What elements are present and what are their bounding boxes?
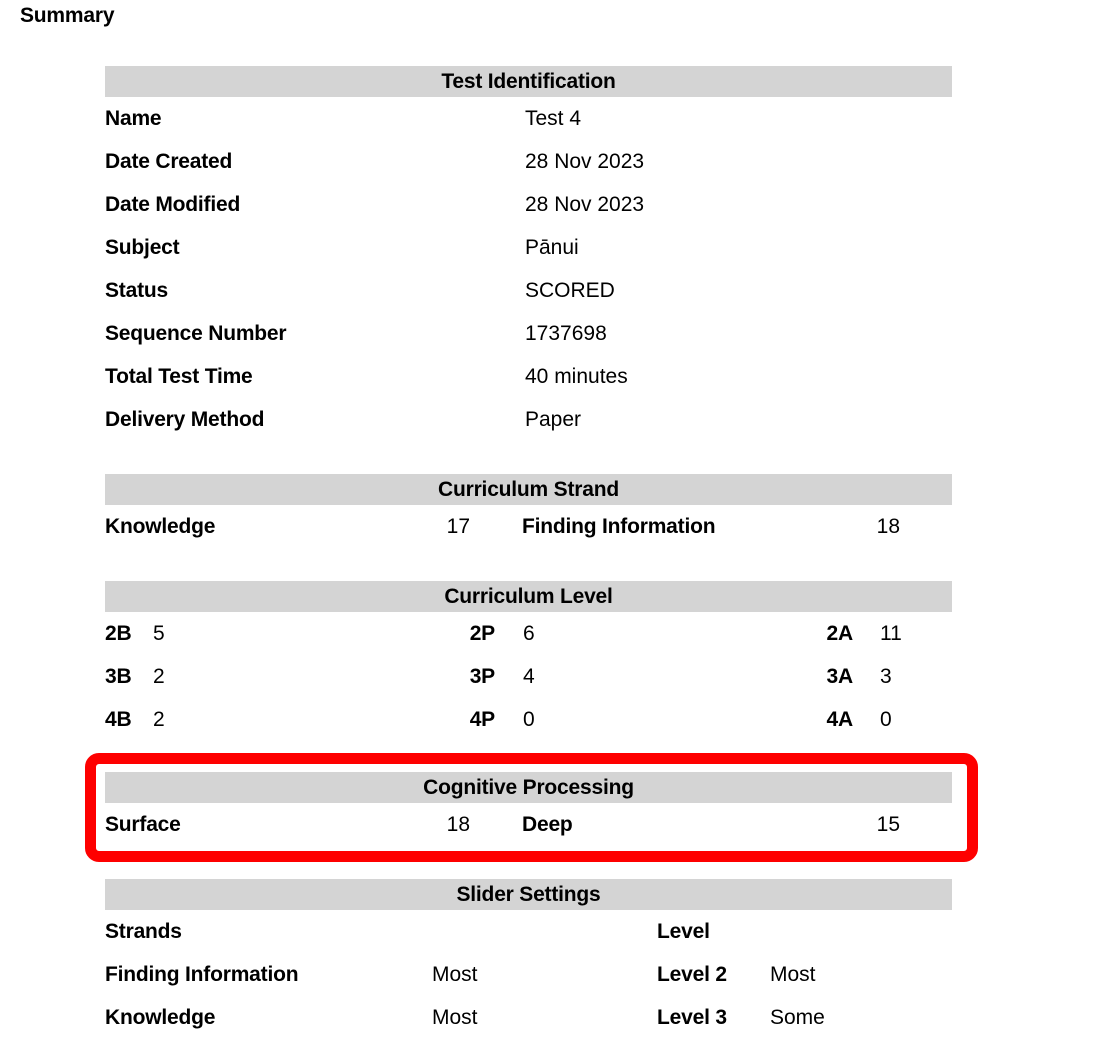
section-test-identification: Test Identification Name Test 4 Date Cre… (105, 66, 952, 441)
table-row: Subject Pānui (105, 226, 952, 269)
row-label: Name (105, 107, 162, 130)
row-label: Surface (105, 813, 181, 836)
row-label: Deep (522, 813, 573, 836)
table-row: Delivery Method Paper (105, 398, 952, 441)
table-row: Date Created 28 Nov 2023 (105, 140, 952, 183)
row-value: 40 minutes (525, 365, 628, 388)
row-value: Some (770, 1006, 825, 1029)
status-value: SCORED (525, 279, 615, 302)
row-value: 3 (880, 665, 892, 688)
row-value: 15 (876, 813, 900, 836)
column-header-strands: Strands (105, 920, 182, 943)
section-header-slider-settings: Slider Settings (105, 879, 952, 910)
row-label: Date Modified (105, 193, 241, 216)
row-value: 17 (446, 515, 470, 538)
section-header-test-identification: Test Identification (105, 66, 952, 97)
row-value: 6 (523, 622, 535, 645)
table-row: Finding Information Most Level 2 Most (105, 953, 952, 996)
row-value: 2 (153, 708, 165, 731)
row-label: Level 2 (657, 963, 727, 986)
row-label: 3B (105, 665, 132, 688)
row-value: 5 (153, 622, 165, 645)
table-row: Status SCORED (105, 269, 952, 312)
section-slider-settings: Slider Settings Strands Level Finding In… (105, 879, 952, 1039)
table-row: Knowledge 17 Finding Information 18 (105, 505, 952, 548)
row-value: 28 Nov 2023 (525, 193, 645, 216)
row-value: 4 (523, 665, 535, 688)
row-value: 0 (880, 708, 892, 731)
section-header-curriculum-level: Curriculum Level (105, 581, 952, 612)
row-label: Sequence Number (105, 322, 287, 345)
page-title: Summary (20, 4, 115, 27)
table-row: 4B 2 4P 0 4A 0 (105, 698, 952, 741)
row-label: Status (105, 279, 168, 302)
row-label: Total Test Time (105, 365, 253, 388)
table-row: Strands Level (105, 910, 952, 953)
table-row: 2B 5 2P 6 2A 11 (105, 612, 952, 655)
row-value: 1737698 (525, 322, 607, 345)
row-label: 4B (105, 708, 132, 731)
row-value: 0 (523, 708, 535, 731)
section-cognitive-processing: Cognitive Processing Surface 18 Deep 15 (105, 772, 952, 846)
row-value: Test 4 (525, 107, 582, 130)
section-header-cognitive-processing: Cognitive Processing (105, 772, 952, 803)
section-curriculum-level: Curriculum Level 2B 5 2P 6 2A 11 3B 2 3P… (105, 581, 952, 741)
table-row: Name Test 4 (105, 97, 952, 140)
table-row: Sequence Number 1737698 (105, 312, 952, 355)
column-header-level: Level (657, 920, 710, 943)
row-value: Most (432, 963, 478, 986)
row-value: 28 Nov 2023 (525, 150, 645, 173)
row-label: Knowledge (105, 1006, 216, 1029)
row-value: Pānui (525, 236, 579, 259)
row-value: Most (432, 1006, 478, 1029)
row-value: Most (770, 963, 816, 986)
row-label: Delivery Method (105, 408, 265, 431)
row-label: 3P (469, 665, 495, 688)
row-label: Finding Information (105, 963, 299, 986)
row-label: Finding Information (522, 515, 716, 538)
row-value: 11 (880, 622, 902, 645)
table-row: 3B 2 3P 4 3A 3 (105, 655, 952, 698)
table-row: Total Test Time 40 minutes (105, 355, 952, 398)
row-label: 2P (469, 622, 495, 645)
section-header-curriculum-strand: Curriculum Strand (105, 474, 952, 505)
row-label: 2A (826, 622, 854, 645)
table-row: Surface 18 Deep 15 (105, 803, 952, 846)
row-label: Date Created (105, 150, 233, 173)
row-label: 4P (469, 708, 495, 731)
row-value: Paper (525, 408, 582, 431)
row-label: Level 3 (657, 1006, 727, 1029)
row-value: 2 (153, 665, 165, 688)
table-row: Date Modified 28 Nov 2023 (105, 183, 952, 226)
row-label: Subject (105, 236, 180, 259)
row-label: 3A (826, 665, 854, 688)
section-curriculum-strand: Curriculum Strand Knowledge 17 Finding I… (105, 474, 952, 548)
row-label: 2B (105, 622, 132, 645)
row-value: 18 (446, 813, 470, 836)
table-row: Knowledge Most Level 3 Some (105, 996, 952, 1039)
row-label: 4A (826, 708, 854, 731)
row-label: Knowledge (105, 515, 216, 538)
row-value: 18 (876, 515, 900, 538)
